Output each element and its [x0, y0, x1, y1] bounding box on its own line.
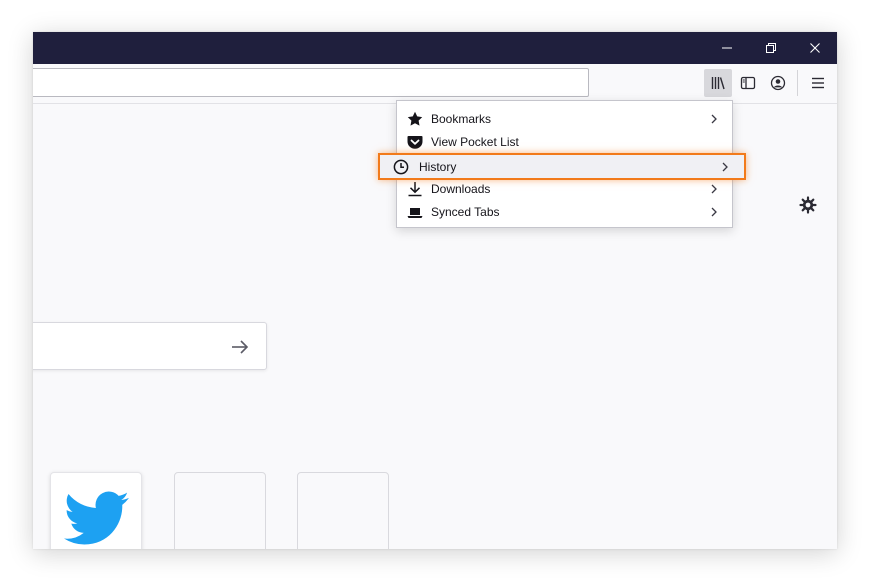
menu-item-synced-tabs[interactable]: Synced Tabs [397, 201, 732, 223]
twitter-bird-icon [64, 491, 129, 545]
close-button[interactable] [793, 32, 837, 64]
star-icon [407, 111, 423, 126]
toolbar-separator [797, 70, 798, 96]
menu-item-downloads[interactable]: Downloads [397, 178, 732, 200]
top-site-tile-empty[interactable] [297, 472, 389, 549]
menu-item-history[interactable]: History [378, 153, 746, 180]
address-bar[interactable] [33, 68, 589, 97]
menu-item-label: View Pocket List [431, 135, 519, 149]
library-button[interactable] [704, 69, 732, 97]
top-site-tile-twitter[interactable] [50, 472, 142, 549]
menu-item-label: History [419, 160, 457, 174]
minimize-button[interactable] [705, 32, 749, 64]
account-button[interactable] [764, 69, 792, 97]
app-menu-button[interactable] [804, 69, 832, 97]
account-icon [770, 75, 786, 91]
browser-window: twitter Bookmarks View Pocket List Downl… [33, 32, 837, 549]
gear-icon[interactable] [798, 195, 818, 215]
arrow-right-icon[interactable] [229, 336, 251, 358]
menu-item-label: Bookmarks [431, 112, 492, 126]
menu-item-label: Downloads [431, 182, 491, 196]
sidebar-toggle-button[interactable] [734, 69, 762, 97]
chevron-right-icon [711, 184, 717, 194]
restore-icon [766, 43, 776, 53]
clock-icon [393, 159, 409, 175]
library-icon [711, 77, 725, 90]
minimize-icon [722, 47, 732, 49]
chevron-right-icon [711, 114, 717, 124]
restore-button[interactable] [749, 32, 793, 64]
pocket-icon [407, 136, 423, 149]
laptop-icon [407, 208, 423, 218]
menu-item-bookmarks[interactable]: Bookmarks [397, 108, 732, 130]
chevron-right-icon [722, 162, 728, 172]
sidebar-icon [740, 76, 756, 90]
web-search-box[interactable] [33, 322, 267, 370]
download-icon [408, 182, 422, 197]
menu-item-label: Synced Tabs [431, 205, 500, 219]
title-bar [33, 32, 837, 64]
menu-item-view-pocket-list[interactable]: View Pocket List [397, 131, 732, 153]
navigation-toolbar [33, 64, 837, 104]
top-site-tile-empty[interactable] [174, 472, 266, 549]
chevron-right-icon [711, 207, 717, 217]
hamburger-menu-icon [812, 77, 824, 89]
close-icon [810, 43, 820, 53]
